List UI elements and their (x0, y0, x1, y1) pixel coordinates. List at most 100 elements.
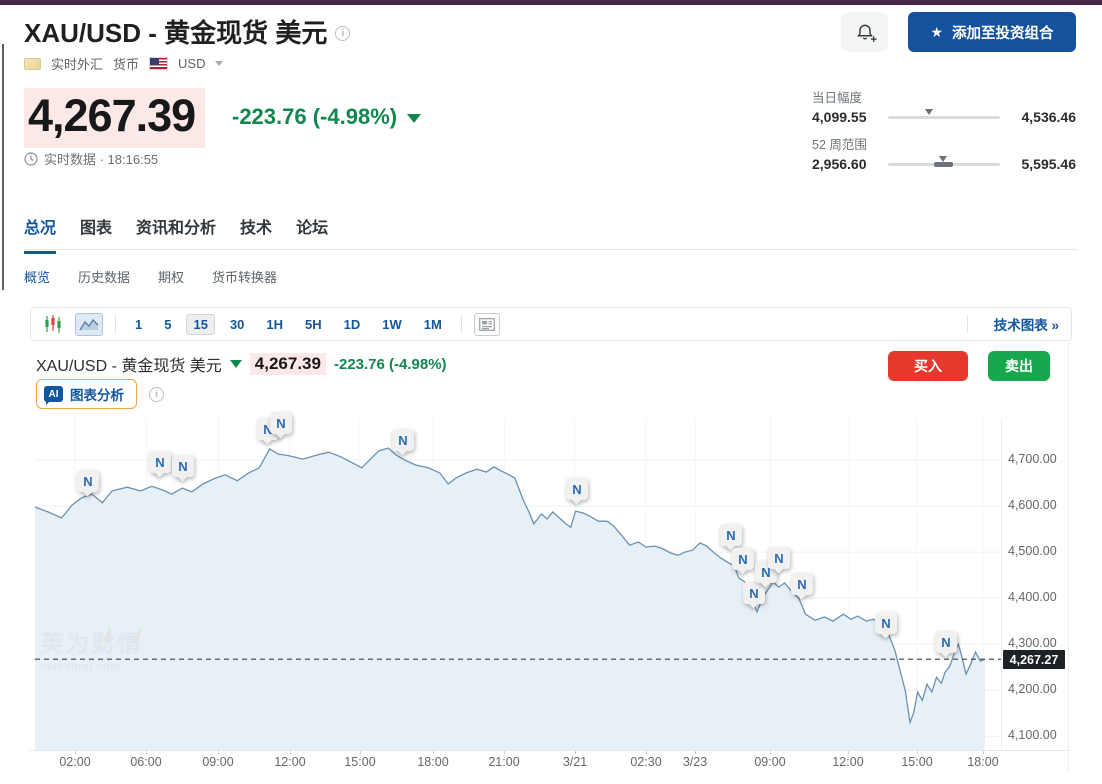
news-marker-icon[interactable]: N (935, 631, 957, 653)
news-marker-icon[interactable]: N (270, 412, 292, 434)
add-to-portfolio-button[interactable]: ★ 添加至投资组合 (908, 12, 1076, 52)
currency-code[interactable]: USD (178, 56, 205, 71)
x-tick-label: 12:00 (832, 755, 863, 769)
interval-1[interactable]: 1 (128, 314, 149, 335)
sell-button[interactable]: 卖出 (988, 351, 1050, 381)
candlestick-chart-icon[interactable] (43, 314, 63, 334)
price-change: -223.76 (-4.98%) (232, 104, 421, 130)
subtab-history[interactable]: 历史数据 (78, 267, 130, 286)
plot-right-border (1001, 418, 1002, 750)
news-marker-icon[interactable]: N (566, 478, 588, 500)
tab-overview[interactable]: 总况 (24, 214, 56, 254)
day-range-high: 4,536.46 (1012, 109, 1076, 125)
main-tabs: 总况图表资讯和分析技术论坛 (24, 214, 328, 254)
tab-chart[interactable]: 图表 (80, 214, 112, 254)
news-marker-icon[interactable]: N (791, 573, 813, 595)
chart-toolbar: 15 15 30 1H 5H 1D 1W 1M 技术图表 » (30, 307, 1072, 341)
interval-15[interactable]: 15 (186, 314, 214, 335)
day-range-low: 4,099.55 (812, 109, 876, 125)
week52-range-high: 5,595.46 (1012, 156, 1076, 172)
x-tick-label: 15:00 (344, 755, 375, 769)
page-title: XAU/USD - 黄金现货 美元i (24, 12, 350, 50)
technical-chart-link[interactable]: 技术图表 » (980, 314, 1059, 334)
y-tick-label: 4,400.00 (1008, 590, 1057, 604)
x-tick-label: 09:00 (202, 755, 233, 769)
news-marker-icon[interactable]: N (732, 548, 754, 570)
ai-info-icon[interactable]: i (149, 387, 164, 402)
x-tick-label: 18:00 (967, 755, 998, 769)
buy-button[interactable]: 买入 (888, 351, 968, 381)
price-change-value: -223.76 (-4.98%) (232, 104, 397, 130)
news-marker-icon[interactable]: N (875, 612, 897, 634)
info-icon[interactable]: i (335, 26, 350, 41)
x-tick-label: 06:00 (130, 755, 161, 769)
quote-page: XAU/USD - 黄金现货 美元i + ★ 添加至投资组合 实时外汇 货币 U… (0, 0, 1102, 784)
news-on-chart-icon[interactable] (474, 313, 500, 336)
news-marker-icon[interactable]: N (172, 455, 194, 477)
tab-technical[interactable]: 技术 (240, 214, 272, 254)
chevron-down-icon[interactable] (215, 61, 223, 66)
gold-asset-icon (24, 58, 41, 70)
day-range-slider (888, 116, 1000, 119)
week52-range-label: 52 周范围 (812, 134, 1076, 153)
ai-analysis-label: 图表分析 (70, 384, 124, 404)
ai-chart-analysis-button[interactable]: AI 图表分析 (36, 379, 137, 409)
chart-instrument-title: XAU/USD - 黄金现货 美元 (36, 352, 222, 376)
y-tick-label: 4,100.00 (1008, 728, 1057, 742)
x-tick-label: 02:30 (630, 755, 661, 769)
y-tick-label: 4,300.00 (1008, 636, 1057, 650)
y-tick-label: 4,200.00 (1008, 682, 1057, 696)
x-axis-line (30, 750, 1068, 751)
chart-widget-border (1068, 342, 1069, 772)
subtab-converter[interactable]: 货币转换器 (212, 267, 277, 286)
interval-1H[interactable]: 1H (259, 314, 290, 335)
y-tick-label: 4,500.00 (1008, 544, 1057, 558)
toolbar-separator (115, 314, 116, 334)
chart-header: XAU/USD - 黄金现货 美元 4,267.39 -223.76 (-4.9… (36, 352, 447, 376)
tab-news-analysis[interactable]: 资讯和分析 (136, 214, 216, 254)
day-range-label: 当日幅度 (812, 87, 1076, 106)
area-chart-icon[interactable] (75, 313, 103, 336)
realtime-timestamp: 实时数据 · 18:16:55 (44, 149, 158, 168)
news-marker-icon[interactable]: N (149, 451, 171, 473)
breadcrumb: 实时外汇 货币 USD (24, 54, 223, 73)
news-marker-icon[interactable]: N (743, 582, 765, 604)
week52-range-row: 2,956.60 5,595.46 (812, 156, 1076, 172)
alert-button[interactable]: + (841, 12, 888, 52)
ranges-panel: 当日幅度 4,099.55 4,536.46 52 周范围 2,956.60 5… (812, 87, 1076, 181)
interval-5H[interactable]: 5H (298, 314, 329, 335)
ai-analysis-row: AI 图表分析 i (36, 379, 164, 409)
chart-price-change: -223.76 (-4.98%) (334, 356, 447, 373)
last-price: 4,267.39 (24, 88, 205, 148)
star-icon: ★ (930, 25, 943, 39)
interval-1D[interactable]: 1D (337, 314, 368, 335)
news-marker-icon[interactable]: N (720, 524, 742, 546)
news-marker-icon[interactable]: N (392, 429, 414, 451)
news-marker-icon[interactable]: N (768, 547, 790, 569)
x-tick-label: 3/21 (563, 755, 587, 769)
x-tick-label: 3/23 (683, 755, 707, 769)
interval-1M[interactable]: 1M (417, 314, 449, 335)
x-tick-label: 18:00 (417, 755, 448, 769)
x-tick-label: 15:00 (901, 755, 932, 769)
subtab-options[interactable]: 期权 (158, 267, 184, 286)
toolbar-separator (967, 314, 968, 334)
breadcrumb-live-fx[interactable]: 实时外汇 (51, 54, 103, 73)
tab-forum[interactable]: 论坛 (296, 214, 328, 254)
interval-1W[interactable]: 1W (375, 314, 409, 335)
toolbar-separator (461, 314, 462, 334)
week52-range-segment (934, 162, 953, 167)
day-range-row: 4,099.55 4,536.46 (812, 109, 1076, 125)
news-marker-icon[interactable]: N (77, 470, 99, 492)
add-to-portfolio-label: 添加至投资组合 (952, 22, 1054, 43)
interval-5[interactable]: 5 (157, 314, 178, 335)
chart-last-price: 4,267.39 (250, 353, 326, 375)
interval-30[interactable]: 30 (223, 314, 251, 335)
down-arrow-icon (230, 360, 242, 368)
tabs-divider (24, 249, 1078, 250)
x-axis[interactable]: 02:0006:0009:0012:0015:0018:0021:003/210… (35, 755, 1045, 775)
breadcrumb-currency[interactable]: 货币 (113, 54, 139, 73)
subtab-general[interactable]: 概览 (24, 267, 50, 286)
top-accent-bar (0, 0, 1102, 5)
x-tick-label: 02:00 (59, 755, 90, 769)
